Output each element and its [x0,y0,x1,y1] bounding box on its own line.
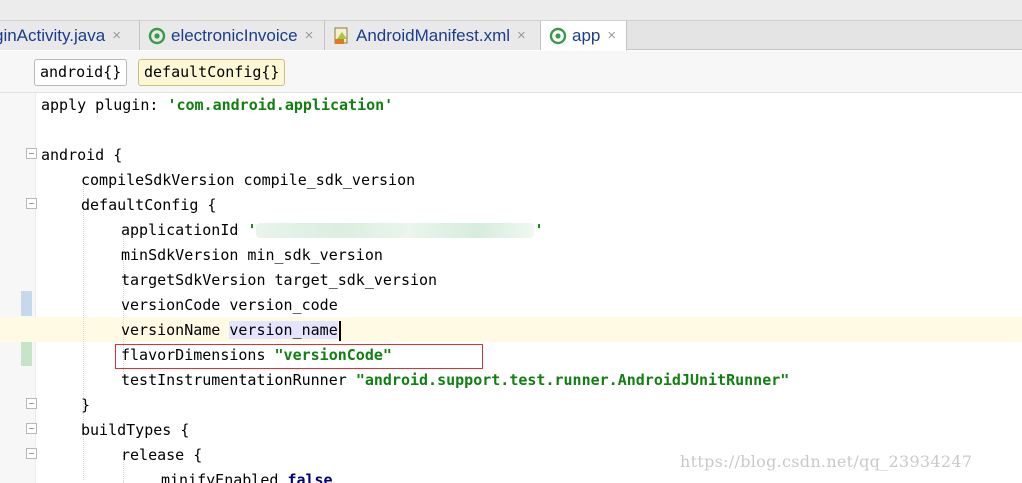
code-string: "android.support.test.runner.AndroidJUni… [355,371,790,389]
tab-label: electronicInvoice [171,25,298,45]
code-line-6: applicationId ' ' [121,218,544,243]
code-string: ' [247,221,257,239]
fold-marker-icon[interactable] [26,398,37,409]
code-line-15: release { [121,446,203,464]
code-editor[interactable]: apply plugin: 'com.android.application' … [41,93,1022,483]
editor-tab-bar: ginActivity.java × electronicInvoice × A… [0,0,1022,51]
code-line-4: compileSdkVersion compile_sdk_version [81,171,416,189]
tab-label: AndroidManifest.xml [356,25,511,45]
tab-electronic-invoice[interactable]: electronicInvoice × [140,21,325,50]
close-icon[interactable]: × [607,27,616,44]
code-line-9: versionCode version_code [121,296,338,314]
code-token: applicationId [121,221,248,239]
breadcrumb-item-android[interactable]: android{} [34,59,128,86]
code-line-8: targetSdkVersion target_sdk_version [121,271,438,289]
fold-marker-icon[interactable] [26,423,37,434]
code-line-3: android { [41,146,123,164]
change-marker-modified [21,291,32,316]
code-line-7: minSdkVersion min_sdk_version [121,246,383,264]
tab-label: app [572,25,601,45]
code-token: plugin: [86,96,168,114]
breadcrumb-item-default-config[interactable]: defaultConfig{} [138,59,286,86]
editor-gutter [0,93,37,483]
close-icon[interactable]: × [112,27,121,44]
redacted-value [256,223,535,238]
code-line-13: } [81,396,91,414]
tab-android-manifest[interactable]: AndroidManifest.xml × [325,21,541,50]
close-icon[interactable]: × [305,27,314,44]
fold-marker-icon[interactable] [26,198,37,209]
close-icon[interactable]: × [517,27,526,44]
highlighted-identifier: version_name [229,321,338,339]
code-token: versionName [121,321,230,339]
fold-marker-icon[interactable] [26,448,37,459]
tab-login-activity[interactable]: ginActivity.java × [0,21,140,50]
code-string: ' [534,221,544,239]
code-token: testInstrumentationRunner [121,371,356,389]
watermark: https://blog.csdn.net/qq_23934247 [680,452,973,471]
code-line-1: apply plugin: 'com.android.application' [41,93,393,118]
code-string: 'com.android.application' [167,96,394,114]
manifest-file-icon [333,27,351,45]
code-line-10: versionName version_name [121,318,341,343]
fold-marker-icon[interactable] [26,148,37,159]
code-line-5: defaultConfig { [81,196,217,214]
code-line-16: minifyEnabled false [161,468,333,483]
annotation-highlight-box [115,344,483,369]
gradle-module-icon [549,27,567,45]
change-marker-added [21,341,32,366]
gradle-module-icon [148,27,166,45]
text-caret [338,320,341,341]
tab-bar-top-strip [0,0,1022,21]
code-line-12: testInstrumentationRunner "android.suppo… [121,368,789,393]
tab-app[interactable]: app × [541,21,627,51]
breadcrumb: android{} defaultConfig{} [0,51,1022,93]
code-token: minifyEnabled [161,471,288,483]
code-line-14: buildTypes { [81,421,190,439]
code-token: apply [41,96,87,114]
code-keyword: false [287,471,333,483]
tab-label: ginActivity.java [0,25,106,45]
